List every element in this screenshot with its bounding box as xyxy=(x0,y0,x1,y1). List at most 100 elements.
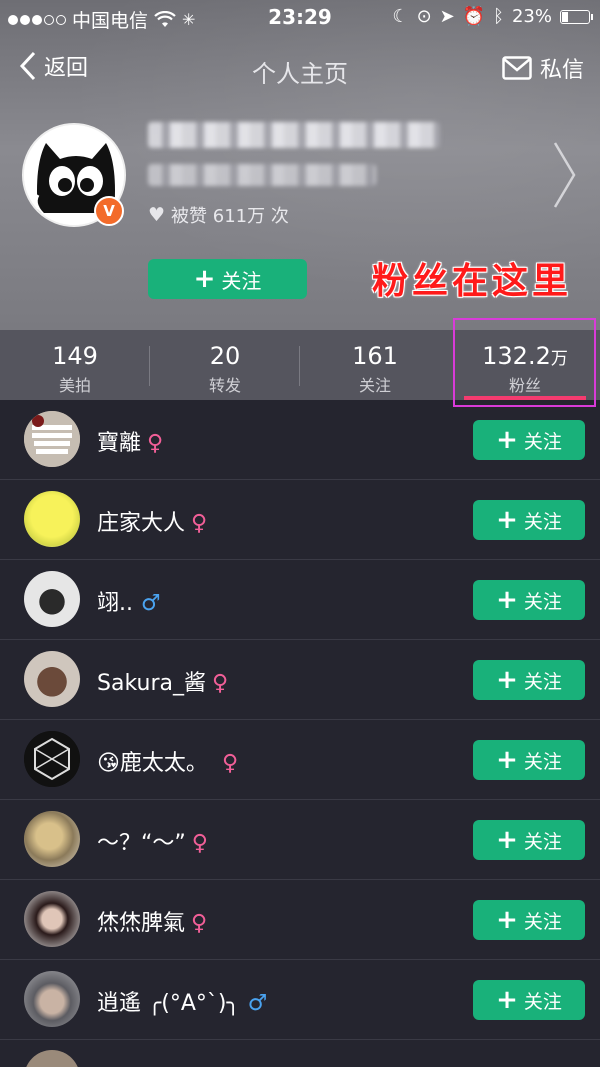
avatar[interactable] xyxy=(24,1050,80,1067)
alarm-icon: ⏰ xyxy=(462,6,486,27)
follow-label: 关注 xyxy=(523,510,562,533)
avatar[interactable] xyxy=(24,491,80,547)
female-icon: ♀ xyxy=(191,511,208,536)
list-item[interactable]: 😘鹿太太。 ♀ + 关注 xyxy=(0,720,600,800)
nav-bar: 返回 个人主页 私信 xyxy=(0,40,600,96)
avatar[interactable] xyxy=(24,971,80,1027)
avatar[interactable] xyxy=(24,571,80,627)
follow-label: 关注 xyxy=(523,910,562,933)
plus-icon: + xyxy=(496,425,518,455)
plus-icon: + xyxy=(496,745,518,775)
plus-icon: + xyxy=(496,985,518,1015)
stat-number: 161 xyxy=(352,342,398,370)
username[interactable]: Sakura_酱 ♀ xyxy=(97,665,228,697)
stat-followers[interactable]: 132.2万 粉丝 xyxy=(450,330,600,400)
avatar[interactable] xyxy=(24,891,80,947)
follow-button[interactable]: + 关注 xyxy=(148,259,307,299)
hexagon-logo-icon xyxy=(24,731,80,787)
stat-label: 粉丝 xyxy=(508,376,541,395)
follow-button[interactable]: + 关注 xyxy=(473,980,585,1020)
follow-label: 关注 xyxy=(523,670,562,693)
username-text: 烋烋脾氣 xyxy=(97,911,186,936)
rotation-lock-icon: ⊙ xyxy=(416,6,432,27)
stat-videos[interactable]: 149 美拍 xyxy=(0,330,150,400)
stat-label: 转发 xyxy=(208,376,241,395)
follow-label: 关注 xyxy=(523,990,562,1013)
username[interactable]: 烋烋脾氣 ♀ xyxy=(97,905,207,937)
username[interactable]: 😘鹿太太。 ♀ xyxy=(97,745,238,777)
status-right: ☾ ⊙ ➤ ⏰ ᛒ 23% xyxy=(392,6,593,27)
username[interactable]: ～？“～” ♀ xyxy=(97,825,208,857)
follow-button[interactable]: + 关注 xyxy=(473,580,585,620)
plus-icon: + xyxy=(496,905,518,935)
username-text: 翊.. xyxy=(97,591,133,616)
list-item[interactable]: 庄家大人 ♀ + 关注 xyxy=(0,480,600,560)
list-item[interactable]: 寶離 ♀ + 关注 xyxy=(0,400,600,480)
female-icon: ♀ xyxy=(147,431,164,456)
battery-percent: 23% xyxy=(511,6,552,27)
avatar[interactable] xyxy=(24,731,80,787)
stat-following[interactable]: 161 关注 xyxy=(300,330,450,400)
list-item[interactable]: 逍遙 ╭(°A°`)╮ ♂ + 关注 xyxy=(0,960,600,1040)
stat-number: 149 xyxy=(52,342,98,370)
username-text: Sakura_酱 xyxy=(97,671,206,696)
stat-number-unit: 万 xyxy=(550,349,568,369)
username[interactable]: 逍遙 ╭(°A°`)╮ ♂ xyxy=(97,985,267,1017)
battery-icon xyxy=(560,9,593,24)
follow-label: 关注 xyxy=(523,830,562,853)
stat-number: 20 xyxy=(209,342,241,370)
profile-name-blurred xyxy=(148,122,440,186)
avatar[interactable] xyxy=(24,811,80,867)
follow-button[interactable]: + 关注 xyxy=(473,500,585,540)
stats-bar: 149 美拍 20 转发 161 关注 132.2万 粉丝 xyxy=(0,330,600,400)
chevron-right-icon[interactable] xyxy=(552,140,578,210)
profile-header: 中国电信 ✳ 23:29 ☾ ⊙ ➤ ⏰ ᛒ 23% 返回 个人主页 私信 V … xyxy=(0,0,600,330)
stat-reposts[interactable]: 20 转发 xyxy=(150,330,300,400)
status-bar: 中国电信 ✳ 23:29 ☾ ⊙ ➤ ⏰ ᛒ 23% xyxy=(0,0,600,34)
follow-button[interactable]: + 关注 xyxy=(473,660,585,700)
plus-icon: + xyxy=(496,665,518,695)
follow-label: 关注 xyxy=(523,590,562,613)
stat-number: 132.2万 xyxy=(450,342,600,370)
female-icon: ♀ xyxy=(211,671,229,696)
avatar[interactable] xyxy=(24,651,80,707)
username[interactable]: 翊.. ♂ xyxy=(97,585,161,617)
username-text: 😘鹿太太。 xyxy=(97,751,208,776)
list-item[interactable]: 翊.. ♂ + 关注 xyxy=(0,560,600,640)
plus-icon: + xyxy=(193,264,216,294)
plus-icon: + xyxy=(496,505,518,535)
likes-text: 被赞 611万 次 xyxy=(171,206,289,227)
list-item[interactable]: Sakura_酱 ♀ + 关注 xyxy=(0,640,600,720)
username[interactable]: 庄家大人 ♀ xyxy=(97,505,207,537)
username[interactable]: 寶離 ♀ xyxy=(97,425,163,457)
message-button[interactable]: 私信 xyxy=(502,52,584,84)
verified-badge: V xyxy=(94,196,124,226)
message-label: 私信 xyxy=(539,58,584,83)
username-text: 寶離 xyxy=(97,431,142,456)
username-text: 庄家大人 xyxy=(97,511,186,536)
list-item[interactable]: ～？“～” ♀ + 关注 xyxy=(0,800,600,880)
follow-button[interactable]: + 关注 xyxy=(473,740,585,780)
heart-icon: ♥ xyxy=(148,204,166,226)
follow-label: 关注 xyxy=(523,430,562,453)
follow-button[interactable]: + 关注 xyxy=(473,900,585,940)
stat-number-value: 132.2 xyxy=(482,342,551,370)
annotation-text: 粉丝在这里 xyxy=(372,261,573,302)
follow-button[interactable]: + 关注 xyxy=(473,420,585,460)
male-icon: ♂ xyxy=(247,991,268,1016)
follower-list: 寶離 ♀ + 关注 庄家大人 ♀ + 关注 翊.. ♂ + 关注 Sakura_酱 ♀ + 关注… xyxy=(0,400,600,1040)
follow-label: 关注 xyxy=(523,750,562,773)
female-icon: ♀ xyxy=(191,911,208,936)
envelope-icon xyxy=(502,56,532,80)
bluetooth-icon: ᛒ xyxy=(493,6,504,27)
stat-label: 美拍 xyxy=(58,376,91,395)
username-text: ～？“～” xyxy=(97,831,186,856)
plus-icon: + xyxy=(496,585,518,615)
plus-icon: + xyxy=(496,825,518,855)
avatar[interactable] xyxy=(24,411,80,467)
follow-button[interactable]: + 关注 xyxy=(473,820,585,860)
follow-label: 关注 xyxy=(221,268,262,293)
keep-calm-avatar-icon xyxy=(24,411,80,467)
list-item[interactable]: 烋烋脾氣 ♀ + 关注 xyxy=(0,880,600,960)
likes-count: ♥ 被赞 611万 次 xyxy=(148,202,289,228)
